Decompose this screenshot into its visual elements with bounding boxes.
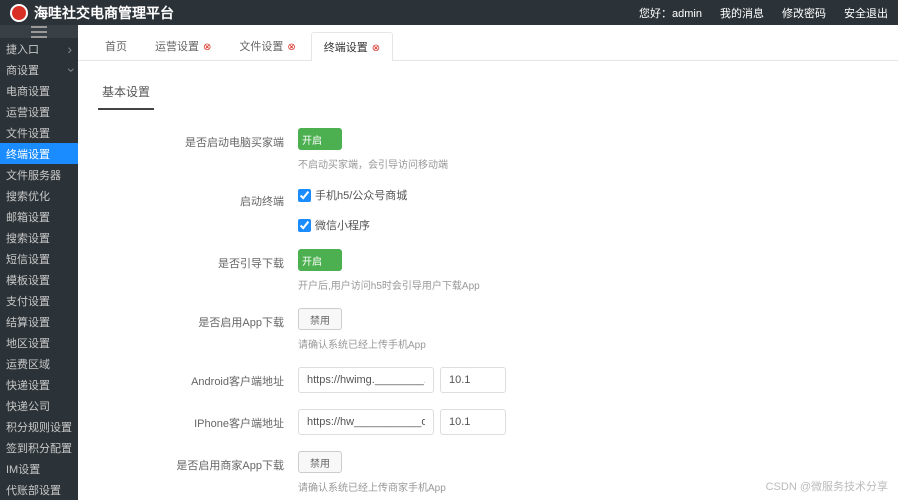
tab-3[interactable]: 终端设置⊗ — [311, 32, 393, 61]
iphone-url-input[interactable] — [298, 409, 434, 435]
sidebar-toggle[interactable] — [0, 25, 78, 38]
sidebar-item-7[interactable]: 搜索优化 — [0, 185, 78, 206]
my-messages-link[interactable]: 我的消息 — [720, 5, 764, 21]
sidebar-item-14[interactable]: 地区设置 — [0, 332, 78, 353]
sidebar-item-0[interactable]: 捷入口 — [0, 38, 78, 59]
tab-close-icon[interactable]: ⊗ — [287, 42, 295, 53]
pc-buyer-help: 不启动买家端，会引导访问移动端 — [298, 156, 878, 171]
sidebar-item-15[interactable]: 运费区域 — [0, 353, 78, 374]
sidebar-item-8[interactable]: 邮箱设置 — [0, 206, 78, 227]
android-url-input[interactable] — [298, 367, 434, 393]
sidebar-item-12[interactable]: 支付设置 — [0, 290, 78, 311]
enable-app-label: 是否启用App下载 — [98, 308, 298, 330]
sidebar-item-19[interactable]: 签到积分配置 — [0, 437, 78, 458]
watermark: CSDN @微服务技术分享 — [766, 478, 888, 494]
sidebar-item-20[interactable]: IM设置 — [0, 458, 78, 479]
tab-0[interactable]: 首页 — [92, 31, 140, 60]
android-version-input[interactable] — [440, 367, 506, 393]
guide-download-help: 开户后,用户访问h5时会引导用户下载App — [298, 277, 878, 292]
user-greeting: 您好：admin — [639, 5, 702, 21]
app-title: 海哇社交电商管理平台 — [34, 3, 174, 23]
tab-close-icon[interactable]: ⊗ — [203, 42, 211, 53]
h5-checkbox[interactable] — [298, 189, 311, 202]
sidebar-item-4[interactable]: 文件设置 — [0, 122, 78, 143]
sidebar-item-16[interactable]: 快递设置 — [0, 374, 78, 395]
sidebar-item-13[interactable]: 结算设置 — [0, 311, 78, 332]
enable-seller-app-disable-btn[interactable]: 禁用 — [298, 451, 342, 473]
tab-close-icon[interactable]: ⊗ — [372, 43, 380, 54]
iphone-url-label: IPhone客户端地址 — [98, 409, 298, 431]
logo-icon — [10, 4, 28, 22]
miniprogram-label: 微信小程序 — [315, 217, 370, 233]
tab-1[interactable]: 运营设置⊗ — [142, 31, 224, 60]
sidebar-item-11[interactable]: 模板设置 — [0, 269, 78, 290]
tab-2[interactable]: 文件设置⊗ — [226, 31, 308, 60]
pc-buyer-switch[interactable]: 开启 — [298, 128, 342, 150]
enable-app-help: 请确认系统已经上传手机App — [298, 336, 878, 351]
sidebar-item-6[interactable]: 文件服务器 — [0, 164, 78, 185]
iphone-version-input[interactable] — [440, 409, 506, 435]
sidebar-item-3[interactable]: 运营设置 — [0, 101, 78, 122]
guide-download-label: 是否引导下载 — [98, 249, 298, 271]
section-title: 基本设置 — [98, 75, 154, 110]
sidebar-item-2[interactable]: 电商设置 — [0, 80, 78, 101]
settings-panel: 基本设置 是否启动电脑买家端 开启 不启动买家端，会引导访问移动端 启动终端 手… — [78, 61, 898, 500]
start-terminal-label: 启动终端 — [98, 187, 298, 209]
tab-bar: 首页运营设置⊗文件设置⊗终端设置⊗ — [78, 25, 898, 61]
sidebar-item-1[interactable]: 商设置 — [0, 59, 78, 80]
sidebar-item-21[interactable]: 代账部设置 — [0, 479, 78, 500]
logout-link[interactable]: 安全退出 — [844, 5, 888, 21]
sidebar-item-18[interactable]: 积分规则设置 — [0, 416, 78, 437]
android-url-label: Android客户端地址 — [98, 367, 298, 389]
pc-buyer-label: 是否启动电脑买家端 — [98, 128, 298, 150]
miniprogram-checkbox[interactable] — [298, 219, 311, 232]
enable-seller-app-label: 是否启用商家App下载 — [98, 451, 298, 473]
sidebar-item-10[interactable]: 短信设置 — [0, 248, 78, 269]
app-logo: 海哇社交电商管理平台 — [10, 3, 174, 23]
sidebar-item-5[interactable]: 终端设置 — [0, 143, 78, 164]
guide-download-switch[interactable]: 开启 — [298, 249, 342, 271]
sidebar-item-17[interactable]: 快递公司 — [0, 395, 78, 416]
h5-label: 手机h5/公众号商城 — [315, 187, 407, 203]
hamburger-icon — [31, 31, 47, 33]
sidebar: 捷入口商设置电商设置运营设置文件设置终端设置文件服务器搜索优化邮箱设置搜索设置短… — [0, 25, 78, 500]
enable-app-disable-btn[interactable]: 禁用 — [298, 308, 342, 330]
sidebar-item-9[interactable]: 搜索设置 — [0, 227, 78, 248]
change-password-link[interactable]: 修改密码 — [782, 5, 826, 21]
